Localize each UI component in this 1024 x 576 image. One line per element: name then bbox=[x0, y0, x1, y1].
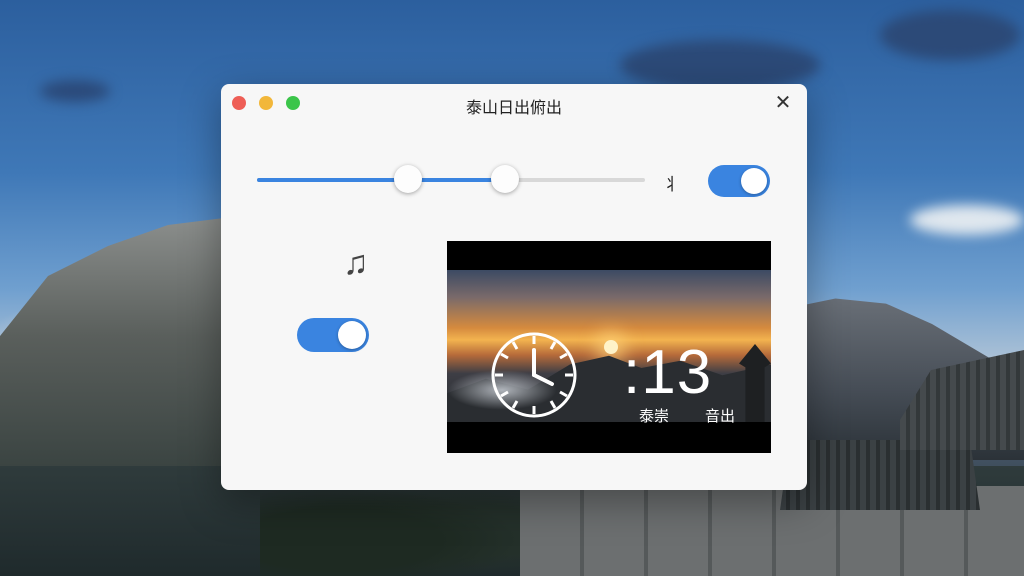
slider-thumb-low[interactable] bbox=[394, 165, 423, 193]
music-note-icon: ♫ bbox=[343, 244, 369, 282]
video-time-text: :13 bbox=[623, 338, 713, 407]
music-toggle[interactable] bbox=[297, 318, 369, 352]
sun bbox=[604, 340, 618, 354]
close-icon[interactable]: ✕ bbox=[773, 93, 793, 113]
title-bar[interactable]: 泰山日出俯出 ✕ bbox=[221, 84, 807, 122]
top-toggle[interactable] bbox=[708, 165, 770, 197]
window-title: 泰山日出俯出 bbox=[465, 100, 562, 117]
toggle-knob bbox=[741, 168, 767, 194]
range-slider[interactable] bbox=[257, 165, 645, 193]
toggle-knob bbox=[338, 321, 366, 349]
video-preview[interactable]: :13 泰崇 音出 bbox=[447, 241, 771, 453]
clock-icon bbox=[491, 332, 577, 418]
app-window: 泰山日出俯出 ✕ ⺦ ♫:13 泰崇 音出 bbox=[221, 84, 807, 490]
slider-side-label: ⺦ bbox=[663, 175, 680, 194]
slider-fill bbox=[257, 178, 506, 182]
sunrise-scene: :13 bbox=[447, 270, 771, 422]
slider-thumb-high[interactable] bbox=[491, 165, 520, 193]
video-caption-right: 音出 bbox=[705, 408, 736, 425]
video-caption-left: 泰崇 bbox=[639, 408, 670, 425]
